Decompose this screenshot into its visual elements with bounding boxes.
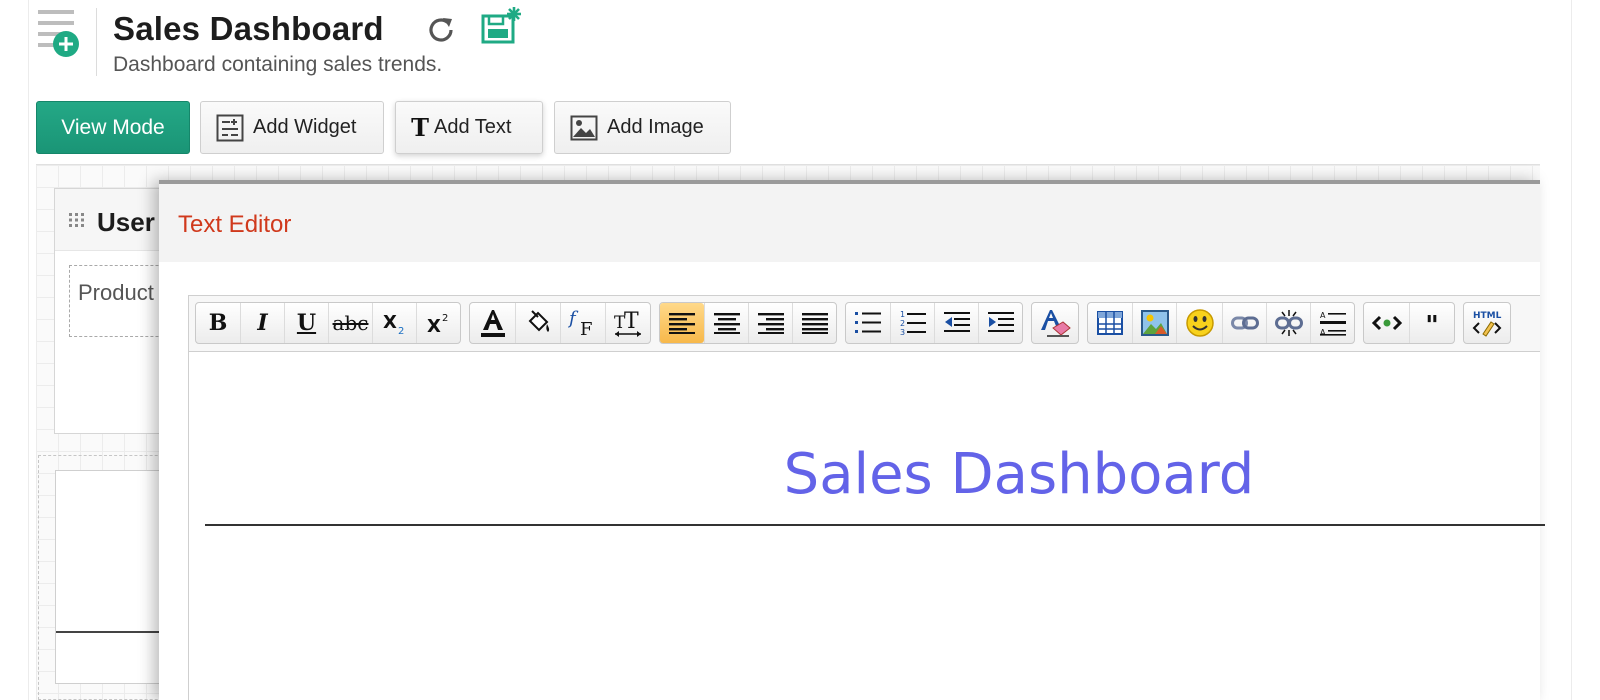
page-subtitle: Dashboard containing sales trends. <box>113 53 443 76</box>
image-icon <box>569 113 599 143</box>
font-group: fF TT <box>469 302 651 344</box>
unlink-icon[interactable] <box>1266 303 1310 343</box>
font-family-icon[interactable]: fF <box>560 303 605 343</box>
add-text-button[interactable]: T Add Text <box>395 101 543 154</box>
bullet-list-icon[interactable] <box>846 303 890 343</box>
svg-text:HTML: HTML <box>1473 311 1502 321</box>
page-title: Sales Dashboard <box>113 10 384 47</box>
text-editor-dialog: Text Editor B I U abc X2 X 2 f F T T 1 2… <box>159 180 1545 700</box>
align-right-icon[interactable] <box>748 303 792 343</box>
view-mode-label: View Mode <box>61 115 165 139</box>
widget-title: User <box>97 207 155 237</box>
rich-text-editor: B I U abc X2 X2 f F T T 1 2 3 A A " HTML… <box>188 295 1545 700</box>
indent-icon[interactable] <box>978 303 1022 343</box>
background-color-icon[interactable] <box>515 303 560 343</box>
svg-text:F: F <box>580 319 593 338</box>
widget-drop-zone[interactable] <box>38 455 179 700</box>
blockquote-icon[interactable]: " <box>1409 303 1454 343</box>
font-color-icon[interactable] <box>470 303 515 343</box>
strikethrough-icon[interactable]: abc <box>328 303 372 343</box>
list-group: 123 <box>845 302 1023 344</box>
svg-text:X: X <box>383 312 397 333</box>
insert-image-icon[interactable] <box>1132 303 1176 343</box>
text-icon: T <box>411 113 429 142</box>
svg-text:1: 1 <box>900 310 905 319</box>
svg-text:A: A <box>1320 311 1326 320</box>
document-horizontal-rule <box>205 524 1545 526</box>
horizontal-rule-icon[interactable]: AA <box>1310 303 1354 343</box>
refresh-icon[interactable] <box>425 14 457 46</box>
text-style-group: B I U abc X2 X2 <box>195 302 461 344</box>
italic-icon[interactable]: I <box>240 303 284 343</box>
underline-icon[interactable]: U <box>284 303 328 343</box>
header-divider <box>96 8 97 76</box>
add-image-button[interactable]: Add Image <box>554 101 731 154</box>
filter-label: Product <box>78 280 154 305</box>
svg-text:X: X <box>427 316 441 337</box>
editor-title: Text Editor <box>178 211 292 238</box>
save-new-icon[interactable] <box>480 6 524 44</box>
align-left-icon[interactable] <box>660 303 704 343</box>
svg-text:T: T <box>624 309 639 334</box>
outdent-icon[interactable] <box>934 303 978 343</box>
code-quote-group: " <box>1363 302 1455 344</box>
svg-text:f: f <box>568 308 579 329</box>
view-mode-button[interactable]: View Mode <box>36 101 190 154</box>
add-menu-icon[interactable] <box>38 8 82 60</box>
code-icon[interactable] <box>1364 303 1409 343</box>
font-size-icon[interactable]: TT <box>605 303 650 343</box>
superscript-icon[interactable]: X2 <box>416 303 460 343</box>
editor-header: Text Editor <box>159 184 1540 262</box>
emoji-icon[interactable] <box>1176 303 1222 343</box>
insert-group: AA <box>1087 302 1355 344</box>
svg-text:A: A <box>1320 328 1326 337</box>
widget-icon <box>215 113 245 143</box>
link-icon[interactable] <box>1222 303 1266 343</box>
clear-formatting-icon[interactable] <box>1032 303 1078 343</box>
source-group: HTML <box>1463 302 1511 344</box>
drag-handle-icon[interactable] <box>69 213 85 227</box>
add-widget-button[interactable]: Add Widget <box>200 101 384 154</box>
bold-icon[interactable]: B <box>196 303 240 343</box>
add-image-label: Add Image <box>607 116 704 138</box>
align-justify-icon[interactable] <box>792 303 836 343</box>
table-icon[interactable] <box>1088 303 1132 343</box>
html-source-icon[interactable]: HTML <box>1464 303 1510 343</box>
add-text-label: Add Text <box>434 116 512 138</box>
alignment-group <box>659 302 837 344</box>
svg-text:2: 2 <box>398 326 404 337</box>
add-widget-label: Add Widget <box>253 116 357 138</box>
svg-text:3: 3 <box>900 328 905 336</box>
numbered-list-icon[interactable]: 123 <box>890 303 934 343</box>
clear-format-group <box>1031 302 1079 344</box>
formatting-toolbar: B I U abc X2 X2 f F T T 1 2 3 A A " HTML <box>189 296 1540 352</box>
document-heading: Sales Dashboard <box>783 442 1255 507</box>
svg-text:2: 2 <box>900 319 905 328</box>
editor-content-area[interactable]: Sales Dashboard <box>189 352 1545 700</box>
align-center-icon[interactable] <box>704 303 748 343</box>
svg-text:2: 2 <box>442 313 448 324</box>
subscript-icon[interactable]: X2 <box>372 303 416 343</box>
